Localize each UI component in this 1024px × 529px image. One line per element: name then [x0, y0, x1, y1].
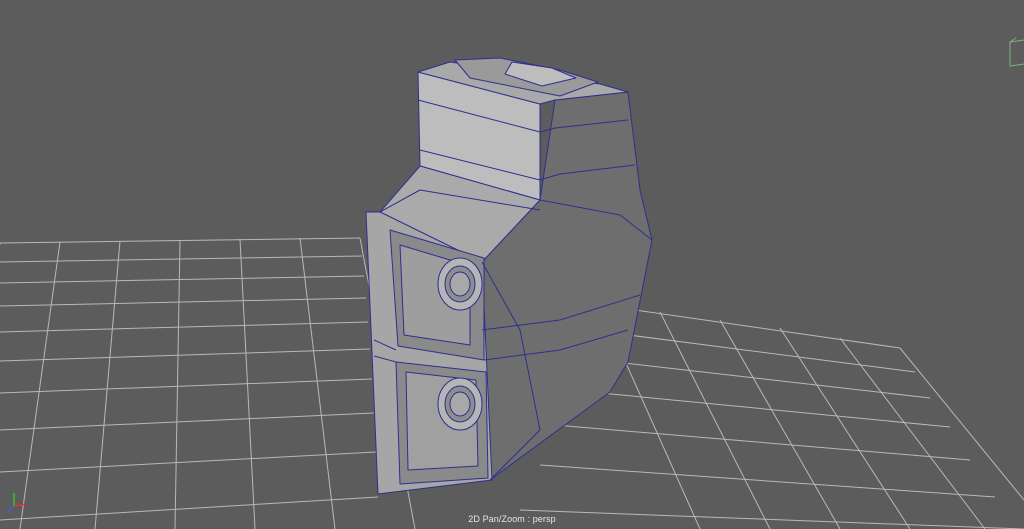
viewport-scene[interactable]	[0, 0, 1024, 529]
view-cube-icon[interactable]	[1009, 37, 1024, 67]
perspective-viewport[interactable]: 2D Pan/Zoom : persp	[0, 0, 1024, 529]
mesh-object[interactable]	[365, 57, 653, 495]
camera-hud-label: 2D Pan/Zoom : persp	[468, 514, 556, 524]
